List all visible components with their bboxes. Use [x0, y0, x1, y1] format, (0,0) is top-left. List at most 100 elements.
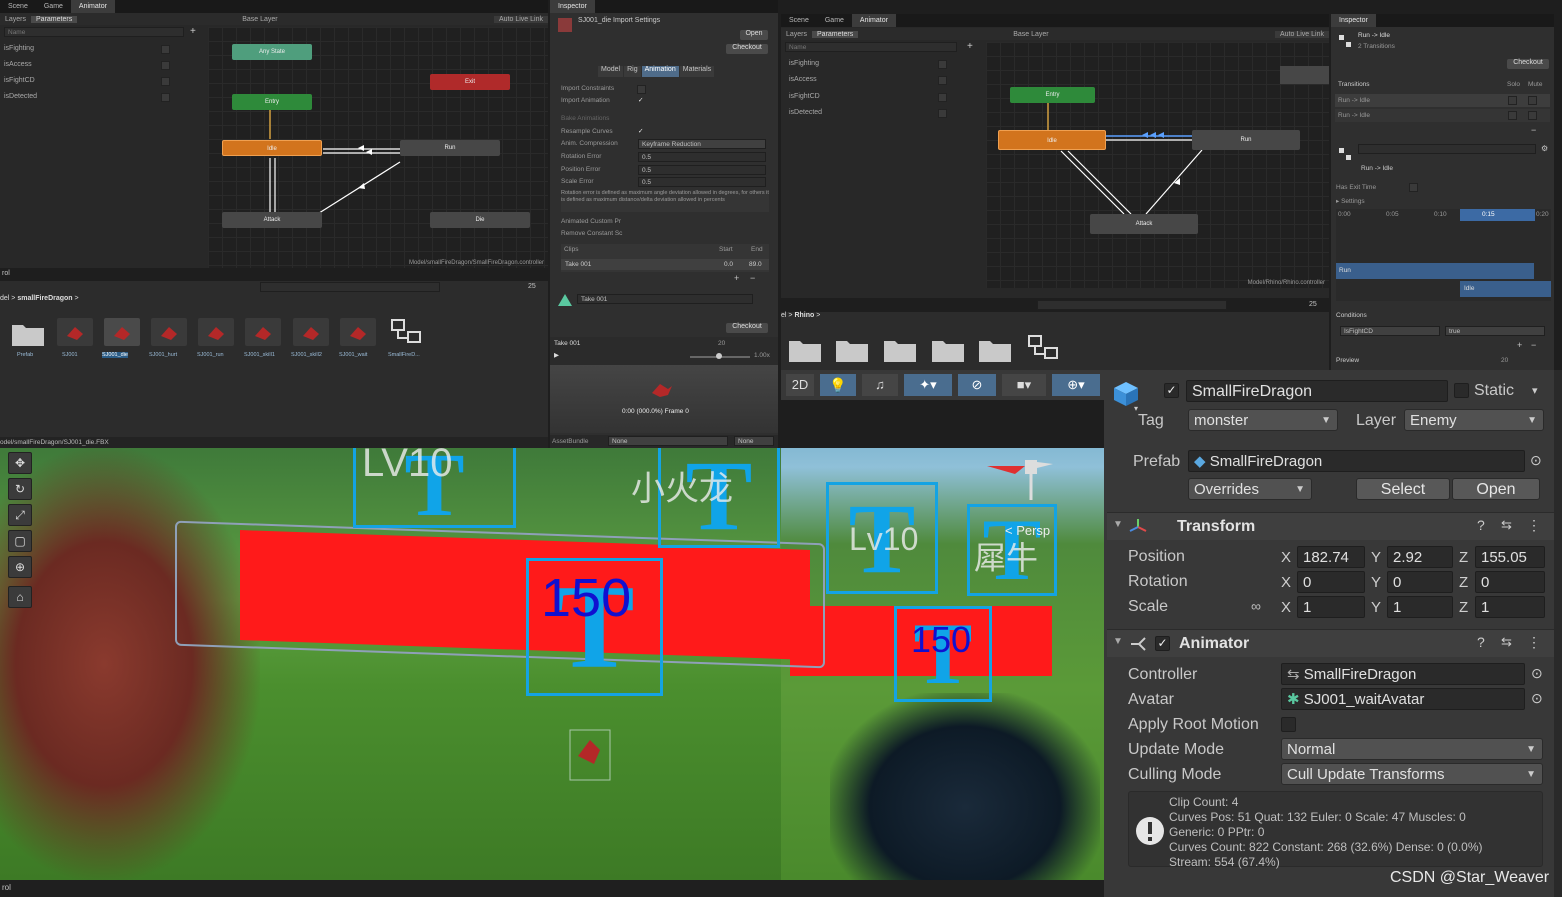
project-search-input[interactable]	[260, 282, 440, 292]
folder-icon[interactable]	[789, 338, 821, 362]
mute-checkbox[interactable]	[1528, 111, 1537, 120]
2d-toggle-button[interactable]: 2D	[786, 374, 814, 396]
asset-thumb[interactable]	[198, 318, 234, 346]
layers-tab[interactable]: Layers	[781, 31, 812, 38]
state-die[interactable]: Die	[430, 212, 530, 228]
mute-checkbox[interactable]	[1528, 96, 1537, 105]
asset-thumb-selected[interactable]	[104, 318, 140, 346]
animator-controller-icon[interactable]	[1027, 334, 1059, 362]
condition-value-dropdown[interactable]: true	[1445, 326, 1545, 336]
object-picker-icon[interactable]: ⊙	[1530, 452, 1542, 469]
breadcrumb-prefix[interactable]: el	[781, 312, 786, 319]
object-name-field[interactable]: SmallFireDragon	[1186, 380, 1448, 402]
foldout-arrow-icon[interactable]: ▼	[1113, 519, 1123, 530]
breadcrumb-folder[interactable]: smallFireDragon	[17, 295, 72, 302]
hp-label-text-box[interactable]: 150 T	[894, 606, 992, 703]
state-exit[interactable]: Exit	[430, 74, 510, 90]
param-isdetected[interactable]: isDetected	[789, 107, 822, 119]
state-idle[interactable]: Idle	[222, 140, 322, 156]
position-error-field[interactable]: 0.5	[638, 165, 766, 175]
param-isfightcd[interactable]: isFightCD	[789, 91, 820, 103]
import-animation-check[interactable]: ✓	[638, 96, 643, 104]
level-label-text-box[interactable]: Lv10 T	[826, 482, 938, 594]
add-clip-icon[interactable]: +	[734, 273, 739, 283]
param-checkbox[interactable]	[161, 93, 170, 102]
remove-transition-icon[interactable]: −	[1531, 125, 1536, 135]
param-isfighting[interactable]: isFighting	[789, 58, 819, 70]
add-param-icon[interactable]: +	[190, 26, 196, 37]
clip-row[interactable]: Take 001 0.0 89.0	[561, 259, 769, 270]
tag-dropdown[interactable]: monster ▼	[1188, 409, 1338, 431]
rhino-model[interactable]	[830, 693, 1100, 880]
help-icon[interactable]: ?	[1477, 517, 1485, 533]
state-idle[interactable]: Idle	[998, 130, 1106, 150]
left-state-graph[interactable]: Any State Exit Entry Idle Run Attack Die…	[208, 27, 548, 268]
orientation-gizmo-icon[interactable]	[985, 450, 1055, 510]
more-options-icon[interactable]: ⋮	[1527, 517, 1541, 534]
tab-scene[interactable]: Scene	[781, 14, 817, 27]
param-checkbox[interactable]	[938, 76, 947, 85]
open-button[interactable]: Open	[740, 30, 768, 40]
position-y-field[interactable]: 2.92	[1387, 546, 1453, 568]
param-checkbox[interactable]	[161, 45, 170, 54]
assetbundle-dropdown[interactable]: None	[608, 436, 728, 446]
prefab-field[interactable]: ◆ SmallFireDragon	[1188, 450, 1525, 472]
foldout-arrow-icon[interactable]: ▼	[1113, 636, 1123, 647]
transition-timeline[interactable]: 0:00 0:05 0:10 0:15 0:20 Run Idle	[1336, 209, 1551, 301]
auto-live-link-button[interactable]: Auto Live Link	[1275, 30, 1329, 38]
state-attack[interactable]: Attack	[1090, 214, 1198, 234]
small-dragon-gizmo-icon[interactable]	[566, 726, 614, 784]
help-icon[interactable]: ?	[1477, 634, 1485, 650]
preset-icon[interactable]: ⇆	[1501, 634, 1512, 650]
checkout-button[interactable]: Checkout	[726, 44, 768, 54]
folder-icon[interactable]	[979, 338, 1011, 362]
gizmos-dropdown-icon[interactable]: ⊕▾	[1052, 374, 1100, 396]
tab-inspector[interactable]: Inspector	[1331, 14, 1376, 27]
project-tab-label[interactable]: rol	[2, 270, 10, 277]
play-icon[interactable]: ▶	[554, 351, 559, 359]
position-z-field[interactable]: 155.05	[1475, 546, 1545, 568]
transition-name-field[interactable]	[1358, 144, 1536, 154]
open-prefab-button[interactable]: Open	[1452, 478, 1540, 500]
name-label-text-box[interactable]: LV10 T	[353, 448, 516, 535]
param-checkbox[interactable]	[161, 77, 170, 86]
speed-slider-handle[interactable]	[716, 353, 722, 359]
select-button[interactable]: Select	[1356, 478, 1450, 500]
solo-checkbox[interactable]	[1508, 96, 1517, 105]
resample-curves-check[interactable]: ✓	[638, 127, 643, 135]
animator-controller-icon[interactable]	[390, 318, 424, 346]
tab-game[interactable]: Game	[817, 14, 852, 27]
add-param-icon[interactable]: +	[967, 41, 973, 52]
parameters-tab[interactable]: Parameters	[31, 15, 78, 23]
folder-icon[interactable]	[12, 322, 44, 346]
object-picker-icon[interactable]: ⊙	[1531, 690, 1543, 707]
inspector-scrollbar[interactable]	[1554, 370, 1562, 897]
static-dropdown-arrow[interactable]: ▾	[1532, 384, 1538, 397]
layer-dropdown[interactable]: Enemy ▼	[1404, 409, 1544, 431]
scale-y-field[interactable]: 1	[1387, 596, 1453, 618]
layers-tab[interactable]: Layers	[0, 16, 31, 23]
scale-error-field[interactable]: 0.5	[638, 177, 766, 187]
settings-foldout[interactable]: ▸ Settings	[1336, 197, 1365, 205]
checkout-button-2[interactable]: Checkout	[726, 323, 768, 333]
tab-inspector[interactable]: Inspector	[550, 0, 595, 13]
param-isdetected[interactable]: isDetected	[4, 91, 37, 103]
gear-icon[interactable]: ⚙	[1541, 144, 1548, 153]
param-checkbox[interactable]	[161, 61, 170, 70]
assetbundle-variant-dropdown[interactable]: None	[734, 436, 774, 446]
right-state-graph[interactable]: Entry Idle Run Attack Model/Rhino/Rhino.…	[986, 42, 1329, 288]
controller-field[interactable]: ⇆ SmallFireDragon	[1281, 663, 1525, 685]
project-search-input[interactable]	[1037, 300, 1227, 310]
param-isaccess[interactable]: isAccess	[4, 59, 32, 71]
parameters-tab[interactable]: Parameters	[812, 30, 859, 38]
position-x-field[interactable]: 182.74	[1297, 546, 1365, 568]
anim-compression-dropdown[interactable]: Keyframe Reduction	[638, 139, 766, 149]
asset-thumb[interactable]	[293, 318, 329, 346]
remove-clip-icon[interactable]: −	[750, 273, 755, 283]
static-checkbox[interactable]	[1454, 383, 1469, 398]
timeline-run-bar[interactable]: Run	[1336, 263, 1534, 279]
asset-thumb[interactable]	[340, 318, 376, 346]
state-entry[interactable]: Entry	[1010, 87, 1095, 103]
folder-icon[interactable]	[884, 338, 916, 362]
tab-animator[interactable]: Animator	[851, 14, 896, 27]
